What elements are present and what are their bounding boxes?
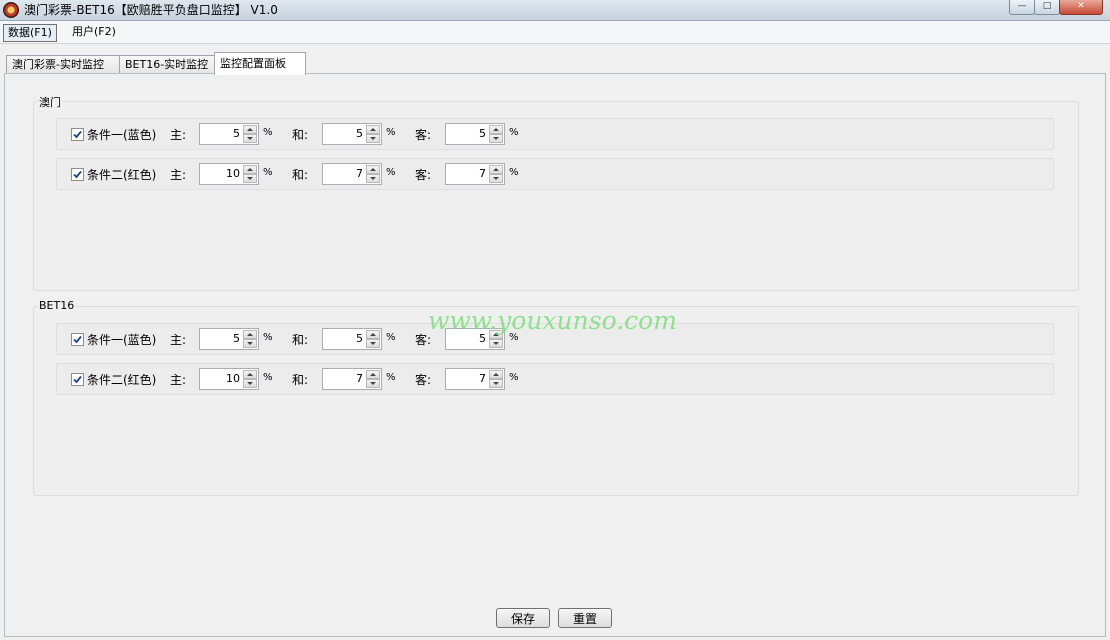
draw-spinner[interactable]: 5	[322, 328, 382, 350]
percent-sign: %	[509, 127, 519, 138]
menu-data[interactable]: 数据(F1)	[3, 24, 57, 42]
spin-up-icon[interactable]	[366, 330, 380, 339]
away-spinner[interactable]: 5	[445, 123, 505, 145]
draw-value: 5	[356, 127, 363, 140]
percent-sign: %	[263, 332, 273, 343]
title-bar: 澳门彩票-BET16【欧赔胜平负盘口监控】 V1.0 — □ ✕	[0, 0, 1110, 21]
spin-up-icon[interactable]	[243, 125, 257, 134]
away-label: 客:	[415, 373, 432, 387]
percent-sign: %	[509, 372, 519, 383]
spin-up-icon[interactable]	[366, 165, 380, 174]
save-button[interactable]: 保存	[496, 608, 550, 628]
home-value: 5	[233, 127, 240, 140]
tab-macau-live[interactable]: 澳门彩票-实时监控	[6, 55, 124, 74]
percent-sign: %	[386, 332, 396, 343]
away-value: 7	[479, 167, 486, 180]
spin-up-icon[interactable]	[489, 125, 503, 134]
home-label: 主:	[170, 168, 187, 182]
away-value: 5	[479, 127, 486, 140]
watermark-text: www.youxunso.com	[428, 306, 677, 335]
condition-checkbox[interactable]	[71, 128, 84, 141]
spin-down-icon[interactable]	[489, 379, 503, 388]
percent-sign: %	[263, 372, 273, 383]
condition-row: 条件二(红色) 主: 10 % 和: 7 % 客: 7 %	[56, 158, 1054, 190]
home-value: 10	[226, 372, 240, 385]
away-label: 客:	[415, 168, 432, 182]
close-button[interactable]: ✕	[1059, 0, 1103, 15]
spin-up-icon[interactable]	[243, 330, 257, 339]
home-label: 主:	[170, 128, 187, 142]
draw-label: 和:	[292, 373, 309, 387]
spin-down-icon[interactable]	[489, 134, 503, 143]
spin-down-icon[interactable]	[489, 174, 503, 183]
spin-up-icon[interactable]	[489, 370, 503, 379]
spin-up-icon[interactable]	[366, 125, 380, 134]
condition-label: 条件一(蓝色)	[87, 333, 157, 347]
draw-label: 和:	[292, 128, 309, 142]
home-label: 主:	[170, 333, 187, 347]
tab-strip: 澳门彩票-实时监控 BET16-实时监控 监控配置面板	[4, 52, 1104, 75]
home-spinner[interactable]: 5	[199, 328, 259, 350]
maximize-button[interactable]: □	[1034, 0, 1060, 15]
condition-label: 条件一(蓝色)	[87, 128, 157, 142]
tab-bet16-live[interactable]: BET16-实时监控	[119, 55, 219, 74]
spin-down-icon[interactable]	[243, 134, 257, 143]
spin-up-icon[interactable]	[366, 370, 380, 379]
spin-down-icon[interactable]	[366, 339, 380, 348]
menu-user[interactable]: 用户(F2)	[68, 24, 120, 40]
percent-sign: %	[263, 167, 273, 178]
draw-value: 7	[356, 372, 363, 385]
away-spinner[interactable]: 7	[445, 163, 505, 185]
config-panel: 澳门 条件一(蓝色) 主: 5 % 和: 5 % 客: 5 % 条件二(红色) …	[4, 73, 1106, 637]
condition-checkbox[interactable]	[71, 373, 84, 386]
condition-row: 条件一(蓝色) 主: 5 % 和: 5 % 客: 5 %	[56, 118, 1054, 150]
home-spinner[interactable]: 5	[199, 123, 259, 145]
percent-sign: %	[386, 372, 396, 383]
spin-up-icon[interactable]	[489, 165, 503, 174]
home-value: 5	[233, 332, 240, 345]
percent-sign: %	[509, 167, 519, 178]
home-value: 10	[226, 167, 240, 180]
menu-bar: 数据(F1) 用户(F2)	[0, 21, 1110, 44]
draw-spinner[interactable]: 7	[322, 163, 382, 185]
draw-value: 7	[356, 167, 363, 180]
condition-label: 条件二(红色)	[87, 373, 157, 387]
spin-up-icon[interactable]	[243, 165, 257, 174]
reset-button[interactable]: 重置	[558, 608, 612, 628]
draw-spinner[interactable]: 7	[322, 368, 382, 390]
draw-label: 和:	[292, 168, 309, 182]
draw-label: 和:	[292, 333, 309, 347]
spin-down-icon[interactable]	[489, 339, 503, 348]
condition-label: 条件二(红色)	[87, 168, 157, 182]
spin-up-icon[interactable]	[243, 370, 257, 379]
window-title: 澳门彩票-BET16【欧赔胜平负盘口监控】 V1.0	[24, 3, 278, 17]
away-value: 7	[479, 372, 486, 385]
percent-sign: %	[263, 127, 273, 138]
draw-spinner[interactable]: 5	[322, 123, 382, 145]
draw-value: 5	[356, 332, 363, 345]
away-spinner[interactable]: 7	[445, 368, 505, 390]
group-macau: 澳门 条件一(蓝色) 主: 5 % 和: 5 % 客: 5 % 条件二(红色) …	[33, 94, 1079, 291]
spin-down-icon[interactable]	[243, 379, 257, 388]
home-spinner[interactable]: 10	[199, 163, 259, 185]
spin-down-icon[interactable]	[366, 379, 380, 388]
home-spinner[interactable]: 10	[199, 368, 259, 390]
condition-checkbox[interactable]	[71, 168, 84, 181]
spin-down-icon[interactable]	[366, 134, 380, 143]
tab-config-panel[interactable]: 监控配置面板	[214, 52, 306, 75]
minimize-button[interactable]: —	[1009, 0, 1035, 15]
away-label: 客:	[415, 128, 432, 142]
group-label: BET16	[37, 299, 77, 312]
spin-down-icon[interactable]	[366, 174, 380, 183]
condition-row: 条件二(红色) 主: 10 % 和: 7 % 客: 7 %	[56, 363, 1054, 395]
percent-sign: %	[386, 167, 396, 178]
percent-sign: %	[386, 127, 396, 138]
home-label: 主:	[170, 373, 187, 387]
spin-down-icon[interactable]	[243, 339, 257, 348]
spin-down-icon[interactable]	[243, 174, 257, 183]
group-label: 澳门	[37, 94, 63, 110]
app-logo-icon	[3, 2, 19, 18]
condition-checkbox[interactable]	[71, 333, 84, 346]
